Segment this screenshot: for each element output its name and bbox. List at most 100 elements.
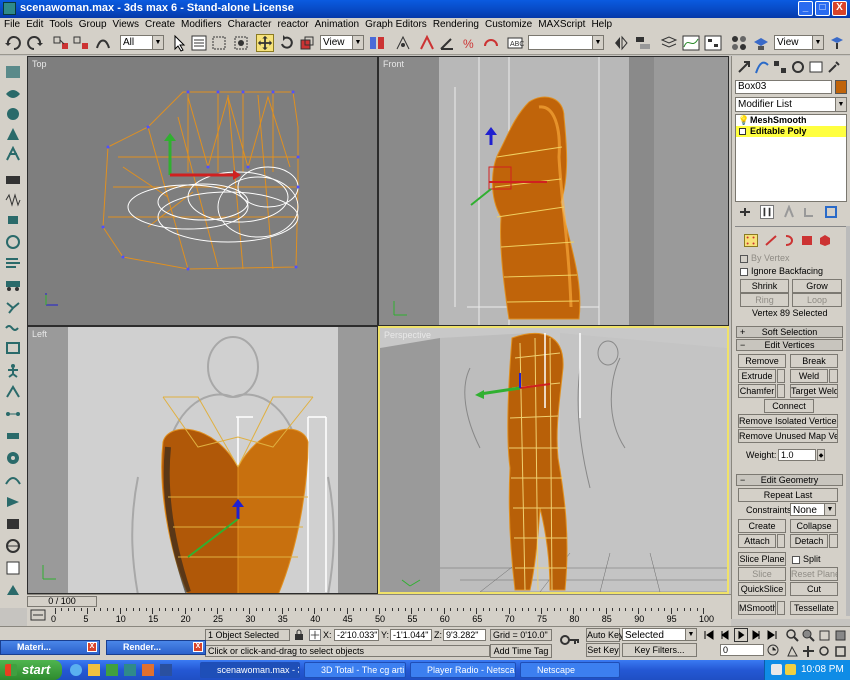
pin-stack-icon[interactable] xyxy=(738,205,752,219)
vertex-mode-icon[interactable] xyxy=(744,234,758,247)
object-color-swatch[interactable] xyxy=(835,80,847,94)
utilities-tab-icon[interactable] xyxy=(826,59,842,75)
schematic-view-icon[interactable] xyxy=(704,34,722,52)
remove-isolated-vertices-button[interactable]: Remove Isolated Vertices xyxy=(738,414,838,428)
loop-button[interactable]: Loop xyxy=(792,293,842,307)
by-vertex-checkbox[interactable]: By Vertex xyxy=(740,253,790,263)
menu-edit[interactable]: Edit xyxy=(24,18,47,32)
title-bar[interactable]: scenawoman.max - 3ds max 6 - Stand-alone… xyxy=(0,0,850,18)
hierarchy-tab-icon[interactable] xyxy=(772,59,788,75)
volume-icon[interactable] xyxy=(785,664,796,675)
attach-settings-button[interactable] xyxy=(777,534,785,548)
edit-vertices-rollout[interactable]: − Edit Vertices xyxy=(736,339,843,351)
pan-icon[interactable] xyxy=(802,645,815,658)
viewport-top[interactable]: Top xyxy=(27,56,378,326)
material-editor-icon[interactable] xyxy=(730,34,748,52)
time-configuration-icon[interactable] xyxy=(767,644,779,656)
constraints-dropdown[interactable]: None ▼ xyxy=(790,503,836,516)
weight-input[interactable]: 1.0 xyxy=(778,449,816,461)
soft-body-collection-icon[interactable] xyxy=(4,106,22,122)
remove-button[interactable]: Remove xyxy=(738,354,786,368)
track-bar[interactable]: 0 5 10 15 20 25 30 35 40 45 50 55 60 65 … xyxy=(27,608,731,626)
select-and-move-icon[interactable] xyxy=(256,34,274,52)
create-animation-icon[interactable] xyxy=(4,516,22,532)
spinner-snap-icon[interactable] xyxy=(482,34,500,52)
snap-toggle-icon[interactable] xyxy=(418,34,436,52)
time-slider[interactable]: 0 / 100 xyxy=(27,594,731,608)
border-mode-icon[interactable] xyxy=(782,234,796,247)
add-time-tag-button[interactable]: Add Time Tag xyxy=(490,644,552,658)
repeat-last-button[interactable]: Repeat Last xyxy=(738,488,838,502)
show-end-result-icon[interactable] xyxy=(760,205,774,219)
minimize-button[interactable]: _ xyxy=(798,1,813,16)
previous-frame-icon[interactable] xyxy=(718,629,730,641)
viewport-left[interactable]: Left xyxy=(27,326,378,594)
tessellate-button[interactable]: Tessellate xyxy=(790,601,838,615)
z-coord-field[interactable]: 9'3.282" xyxy=(443,629,486,641)
named-selection-set-dropdown[interactable]: ▼ xyxy=(528,35,604,50)
task-3dsmax[interactable]: scenawoman.max - 3... xyxy=(200,662,300,678)
dashpot-icon[interactable] xyxy=(4,212,22,228)
chamfer-settings-button[interactable] xyxy=(777,384,785,398)
edge-mode-icon[interactable] xyxy=(764,234,778,247)
percent-snap-icon[interactable]: % xyxy=(460,34,478,52)
time-slider-thumb[interactable]: 0 / 100 xyxy=(27,596,97,607)
modify-tab-icon[interactable] xyxy=(754,59,770,75)
rope-collection-icon[interactable] xyxy=(4,126,22,142)
undo-icon[interactable] xyxy=(4,34,22,52)
x-coord-field[interactable]: -2'10.033" xyxy=(334,629,379,641)
menu-tools[interactable]: Tools xyxy=(47,18,76,32)
preview-animation-icon[interactable] xyxy=(4,494,22,510)
netscape-icon[interactable] xyxy=(160,664,172,676)
lock-selection-icon[interactable] xyxy=(293,629,305,641)
absolute-mode-icon[interactable] xyxy=(309,629,321,641)
set-key-button[interactable]: Set Key xyxy=(586,643,620,657)
field-of-view-icon[interactable] xyxy=(786,645,799,658)
select-object-icon[interactable] xyxy=(170,34,188,52)
maximize-button[interactable]: □ xyxy=(815,1,830,16)
extrude-settings-button[interactable] xyxy=(777,369,785,383)
curve-editor-icon[interactable] xyxy=(682,34,700,52)
viewport-front[interactable]: Front xyxy=(378,56,729,326)
edit-geometry-rollout[interactable]: − Edit Geometry xyxy=(736,474,843,486)
minimized-material-editor[interactable]: Materi... X xyxy=(0,640,100,655)
mirror-icon[interactable] xyxy=(612,34,630,52)
menu-views[interactable]: Views xyxy=(111,18,144,32)
task-player-radio[interactable]: Player Radio - Netscape xyxy=(410,662,516,678)
target-weld-button[interactable]: Target Weld xyxy=(790,384,838,398)
start-button[interactable]: start xyxy=(0,660,62,680)
minimized-render-scene[interactable]: Render... X xyxy=(106,640,206,655)
prismatic-icon[interactable] xyxy=(4,428,22,444)
task-netscape[interactable]: Netscape xyxy=(520,662,620,678)
play-icon[interactable] xyxy=(734,628,748,642)
make-unique-icon[interactable] xyxy=(782,205,796,219)
3ds-max-icon[interactable] xyxy=(124,664,136,676)
detach-settings-button[interactable] xyxy=(829,534,838,548)
remove-modifier-icon[interactable] xyxy=(802,205,816,219)
quickslice-button[interactable]: QuickSlice xyxy=(738,582,786,596)
object-name-field[interactable]: Box03 xyxy=(735,80,832,94)
reference-coordinate-dropdown[interactable]: View ▼ xyxy=(320,35,364,50)
internet-explorer-icon[interactable] xyxy=(70,664,82,676)
use-pivot-center-icon[interactable] xyxy=(368,34,386,52)
configure-sets-icon[interactable] xyxy=(824,205,838,219)
zoom-extents-icon[interactable] xyxy=(818,629,831,642)
redo-icon[interactable] xyxy=(26,34,44,52)
weld-button[interactable]: Weld xyxy=(790,369,828,383)
menu-character[interactable]: Character xyxy=(226,18,276,32)
close-icon[interactable]: X xyxy=(193,642,203,652)
analyze-world-icon[interactable] xyxy=(4,538,22,554)
msmooth-button[interactable]: MSmooth xyxy=(738,601,776,615)
soft-selection-rollout[interactable]: + Soft Selection xyxy=(736,326,843,338)
render-type-dropdown[interactable]: View ▼ xyxy=(774,35,824,50)
menu-animation[interactable]: Animation xyxy=(313,18,363,32)
menu-graph-editors[interactable]: Graph Editors xyxy=(363,18,431,32)
unlink-selection-icon[interactable] xyxy=(72,34,90,52)
layer-manager-icon[interactable] xyxy=(660,34,678,52)
motor-icon[interactable] xyxy=(4,234,22,250)
go-to-start-icon[interactable] xyxy=(703,629,715,641)
weight-spinner[interactable]: ◆ xyxy=(817,449,825,461)
cloth-collection-icon[interactable] xyxy=(4,86,22,102)
plane-icon[interactable] xyxy=(4,172,22,188)
window-crossing-icon[interactable] xyxy=(232,34,250,52)
